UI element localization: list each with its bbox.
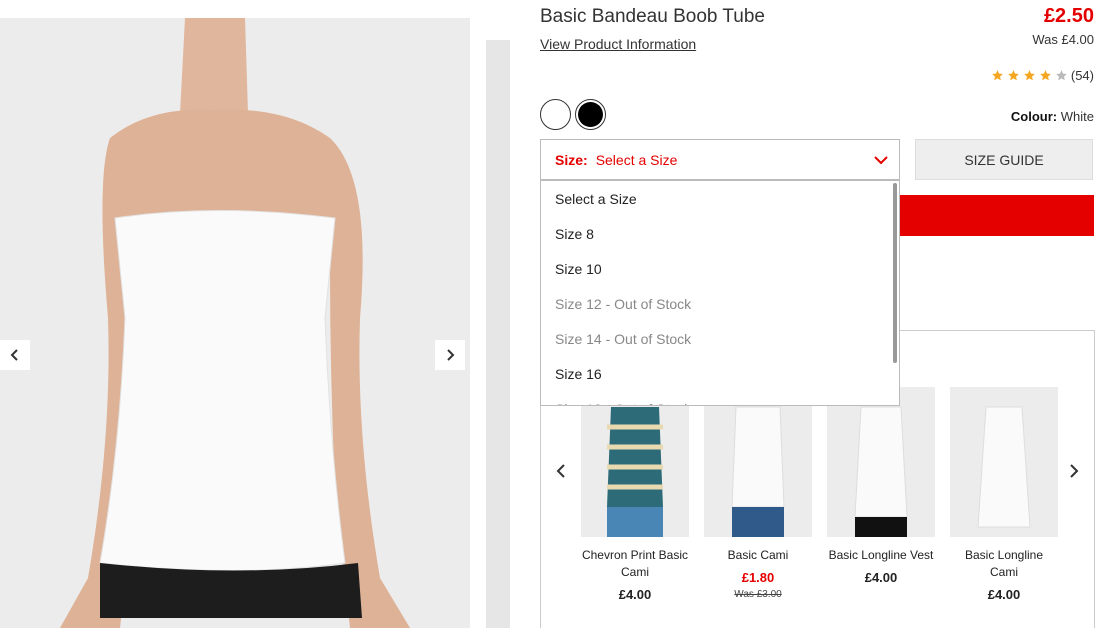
rec-product-1[interactable]: Chevron Print Basic Cami £4.00 xyxy=(581,387,689,602)
size-option[interactable]: Size 14 - Out of Stock xyxy=(541,321,899,356)
product-price: £4.00 xyxy=(987,587,1021,602)
product-thumbnail xyxy=(704,387,812,537)
rec-next-button[interactable] xyxy=(1064,461,1084,481)
product-price: £1.80 xyxy=(741,570,775,585)
product-name: Basic Longline Cami xyxy=(964,548,1044,579)
star-icon xyxy=(1055,70,1067,81)
rating[interactable]: (54) xyxy=(991,68,1094,83)
rec-product-2[interactable]: Basic Cami £1.80 Was £3.00 xyxy=(704,387,812,600)
product-page: Basic Bandeau Boob Tube View Product Inf… xyxy=(0,0,1098,628)
size-option[interactable]: Size 18 - Out of Stock xyxy=(541,391,899,406)
chevron-right-icon xyxy=(1070,464,1079,478)
size-option[interactable]: Size 16 xyxy=(541,356,899,391)
gallery-prev-button[interactable] xyxy=(0,340,30,370)
size-option[interactable]: Size 10 xyxy=(541,251,899,286)
was-price: Was £4.00 xyxy=(1032,32,1094,47)
product-thumbnail xyxy=(581,387,689,537)
current-price: £2.50 xyxy=(1043,5,1094,27)
rec-prev-button[interactable] xyxy=(551,461,571,481)
product-name: Basic Longline Vest xyxy=(828,548,934,562)
chevron-left-icon xyxy=(10,349,18,361)
size-label: Size: xyxy=(555,151,588,168)
rec-product-3[interactable]: Basic Longline Vest £4.00 xyxy=(827,387,935,585)
rec-product-4[interactable]: Basic Longline Cami £4.00 xyxy=(950,387,1058,602)
size-select[interactable]: Size: Select a Size xyxy=(540,139,900,180)
product-thumbnail xyxy=(827,387,935,537)
product-image xyxy=(0,18,470,628)
size-option[interactable]: Size 12 - Out of Stock xyxy=(541,286,899,321)
next-image-preview xyxy=(486,40,510,628)
view-product-info-link[interactable]: View Product Information xyxy=(540,36,696,52)
size-option[interactable]: Select a Size xyxy=(541,181,899,216)
product-was-price: Was £3.00 xyxy=(734,589,782,600)
product-thumbnail xyxy=(950,387,1058,537)
swatch-black[interactable] xyxy=(575,99,606,130)
product-name: Basic Cami xyxy=(727,548,789,562)
star-icon xyxy=(991,70,1003,81)
size-dropdown[interactable]: Select a Size Size 8 Size 10 Size 12 - Out … xyxy=(540,180,900,406)
colour-indicator: Colour: White xyxy=(1011,109,1094,124)
size-guide-button[interactable]: SIZE GUIDE xyxy=(915,139,1093,180)
star-icon xyxy=(1039,70,1051,81)
product-name: Chevron Print Basic Cami xyxy=(581,548,689,579)
product-title: Basic Bandeau Boob Tube xyxy=(540,6,766,27)
rating-count: (54) xyxy=(1070,68,1094,83)
star-icon xyxy=(1023,70,1035,81)
swatch-white[interactable] xyxy=(540,99,571,130)
chevron-down-icon xyxy=(874,155,888,164)
size-selected-value: Select a Size xyxy=(595,151,678,168)
size-option[interactable]: Size 8 xyxy=(541,216,899,251)
rating-stars xyxy=(991,69,1068,82)
star-icon xyxy=(1007,70,1019,81)
dropdown-scrollbar[interactable] xyxy=(893,183,897,363)
colour-swatches xyxy=(540,99,606,130)
product-price: £4.00 xyxy=(864,570,898,585)
colour-label: Colour: xyxy=(1010,109,1058,124)
model-illustration xyxy=(0,18,470,628)
chevron-right-icon xyxy=(447,349,455,361)
colour-value: White xyxy=(1060,109,1094,124)
chevron-left-icon xyxy=(556,464,565,478)
product-price: £4.00 xyxy=(618,587,652,602)
gallery-next-button[interactable] xyxy=(435,340,465,370)
